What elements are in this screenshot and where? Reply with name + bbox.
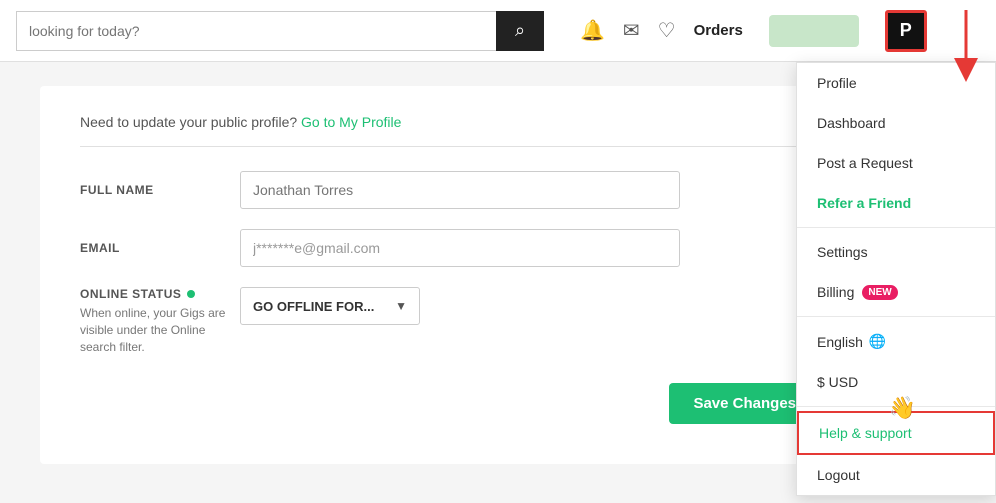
dropdown-item-currency[interactable]: $ USD [797,362,995,402]
online-status-text: ONLINE STATUS [80,287,181,301]
header-icons: 🔔 ✉ ♡ Orders P [580,10,980,52]
dropdown-item-logout[interactable]: Logout [797,455,995,495]
dropdown-label-currency: $ USD [817,374,858,390]
orders-link[interactable]: Orders [694,22,743,39]
full-name-label: FULL NAME [80,183,240,197]
dropdown-item-profile[interactable]: Profile [797,63,995,103]
go-offline-select[interactable]: GO OFFLINE FOR... ▼ [240,287,420,325]
search-input[interactable] [16,11,496,51]
dropdown-label-language: English [817,334,863,350]
full-name-row: FULL NAME [80,171,820,209]
full-name-input[interactable] [240,171,680,209]
dropdown-label-settings: Settings [817,244,868,260]
heart-icon[interactable]: ♡ [658,18,676,43]
bell-icon[interactable]: 🔔 [580,18,605,43]
user-avatar-blur [769,15,859,47]
billing-new-badge: NEW [862,285,897,300]
dropdown-divider-2 [797,316,995,317]
online-status-dot [187,290,195,298]
chevron-down-icon: ▼ [395,299,407,313]
notice-text: Need to update your public profile? [80,114,297,130]
dropdown-label-billing: Billing [817,284,854,300]
go-offline-label: GO OFFLINE FOR... [253,299,374,314]
content-card: Need to update your public profile? Go t… [40,86,860,464]
email-input[interactable] [240,229,680,267]
dropdown-item-refer[interactable]: Refer a Friend [797,183,995,223]
dropdown-item-post-request[interactable]: Post a Request [797,143,995,183]
save-btn-row: Save Changes [80,383,820,424]
dropdown-item-help[interactable]: Help & support [797,411,995,455]
dropdown-item-language[interactable]: English 🌐 [797,321,995,362]
search-icon: ⌕ [515,20,525,41]
search-button[interactable]: ⌕ [496,11,544,51]
profile-button[interactable]: P [885,10,927,52]
globe-icon: 🌐 [869,333,886,350]
online-status-row: ONLINE STATUS When online, your Gigs are… [80,287,820,355]
dropdown-label-refer: Refer a Friend [817,195,911,211]
dropdown-label-help: Help & support [819,425,912,441]
dropdown-item-billing[interactable]: Billing NEW [797,272,995,312]
dropdown-divider-3 [797,406,995,407]
online-status-description: When online, your Gigs are visible under… [80,305,240,355]
dropdown-divider-1 [797,227,995,228]
go-to-profile-link[interactable]: Go to My Profile [301,114,401,130]
dropdown-menu: Profile Dashboard Post a Request Refer a… [796,62,996,496]
search-bar: ⌕ [16,11,556,51]
header: ⌕ 🔔 ✉ ♡ Orders P [0,0,996,62]
dropdown-label-logout: Logout [817,467,860,483]
dropdown-label-post-request: Post a Request [817,155,913,171]
dropdown-item-settings[interactable]: Settings [797,232,995,272]
online-status-label: ONLINE STATUS When online, your Gigs are… [80,287,240,355]
online-label-text: ONLINE STATUS [80,287,240,301]
mail-icon[interactable]: ✉ [623,18,640,43]
email-label: EMAIL [80,241,240,255]
dropdown-item-dashboard[interactable]: Dashboard [797,103,995,143]
dropdown-label-dashboard: Dashboard [817,115,886,131]
dropdown-label-profile: Profile [817,75,857,91]
email-row: EMAIL [80,229,820,267]
profile-update-notice: Need to update your public profile? Go t… [80,114,820,147]
